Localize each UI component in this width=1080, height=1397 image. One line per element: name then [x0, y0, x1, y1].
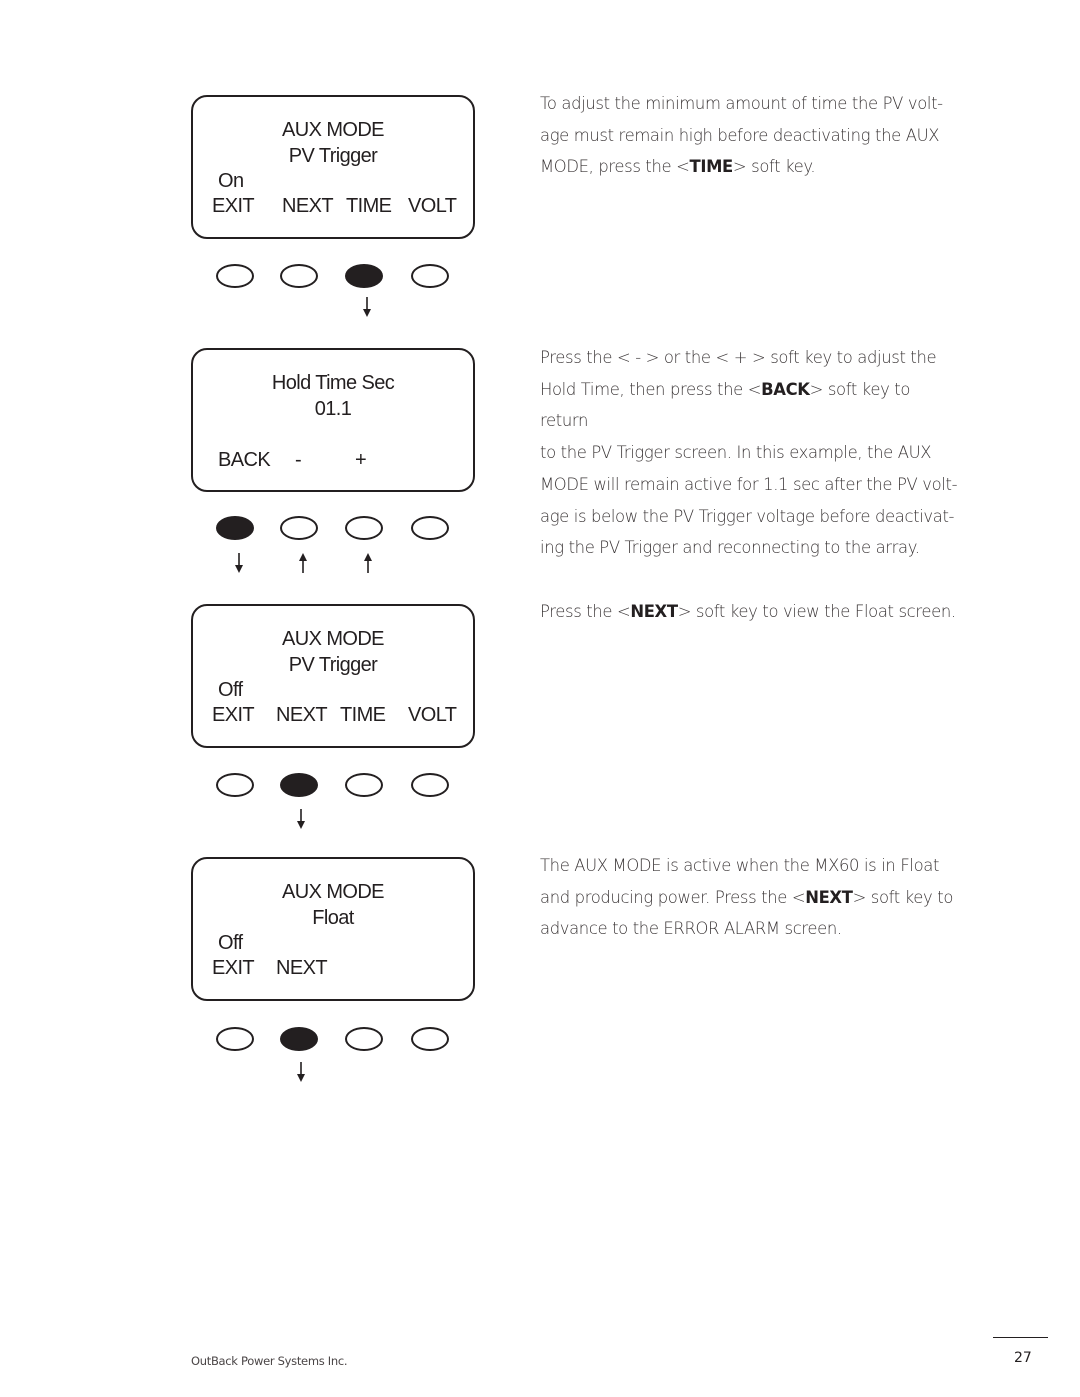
paragraph-line: age must remain high before deactivating…	[540, 125, 940, 145]
lcd-softkey-label-2: NEXT	[276, 704, 328, 726]
softkey-3-pressed[interactable]	[345, 264, 383, 288]
softkey-row	[216, 1027, 456, 1057]
lcd-status: Off	[218, 932, 243, 954]
paragraph-line: To adjust the minimum amount of time the…	[540, 94, 943, 113]
softkey-1-pressed[interactable]	[216, 516, 254, 540]
lcd-title: AUX MODE	[282, 628, 384, 650]
lcd-softkey-label-3: +	[355, 449, 367, 471]
paragraph-line: advance to the ERROR ALARM screen.	[540, 919, 842, 939]
instruction-paragraph-float-active: The AUX MODE is active when the MX60 is …	[540, 850, 960, 945]
lcd-softkey-label-4: VOLT	[408, 704, 457, 726]
lcd-softkey-label-2: NEXT	[282, 195, 334, 217]
paragraph-line: Press the < - > or the < + > soft key to…	[540, 348, 937, 367]
softkey-4[interactable]	[411, 773, 449, 797]
softkey-2[interactable]	[280, 264, 318, 288]
softkey-1[interactable]	[216, 1027, 254, 1051]
lcd-softkey-label-3: TIME	[340, 704, 386, 726]
paragraph-line: Press the <NEXT> soft key to view the Fl…	[540, 602, 956, 621]
lcd-softkey-label-1: EXIT	[212, 195, 255, 217]
instruction-paragraph-next-float: Press the <NEXT> soft key to view the Fl…	[540, 596, 960, 628]
lcd-screen-aux-mode-pv-trigger-on: AUX MODE PV Trigger On EXIT NEXT TIME VO…	[191, 95, 475, 239]
paragraph-line: to the PV Trigger screen. In this exampl…	[540, 443, 932, 463]
arrow-down-icon	[363, 297, 371, 317]
softkey-2-pressed[interactable]	[280, 773, 318, 797]
footer-company-name: OutBack Power Systems Inc.	[191, 1354, 348, 1368]
lcd-softkey-label-2: NEXT	[276, 957, 328, 979]
lcd-value: 01.1	[314, 398, 352, 420]
instruction-paragraph-hold-time: Press the < - > or the < + > soft key to…	[540, 342, 960, 564]
lcd-softkey-label-1: EXIT	[212, 957, 255, 979]
softkey-row	[216, 773, 456, 803]
lcd-softkey-label-3: TIME	[346, 195, 392, 217]
paragraph-line: ing the PV Trigger and reconnecting to t…	[540, 538, 920, 558]
softkey-row	[216, 264, 456, 294]
paragraph-line: and producing power. Press the <NEXT> so…	[540, 887, 953, 907]
page-number: 27	[1014, 1350, 1032, 1366]
arrow-up-icon	[364, 553, 372, 573]
arrow-down-icon	[235, 553, 243, 573]
lcd-softkey-label-2: -	[295, 449, 302, 471]
paragraph-line: The AUX MODE is active when the MX60 is …	[540, 856, 940, 875]
softkey-1[interactable]	[216, 264, 254, 288]
lcd-subtitle: PV Trigger	[288, 145, 378, 167]
softkey-3[interactable]	[345, 773, 383, 797]
lcd-softkey-label-4: VOLT	[408, 195, 457, 217]
lcd-subtitle: Float	[312, 907, 354, 929]
arrow-down-icon	[297, 809, 305, 829]
softkey-4[interactable]	[411, 264, 449, 288]
paragraph-line: MODE, press the <TIME> soft key.	[540, 157, 816, 177]
arrow-up-icon	[299, 553, 307, 573]
lcd-status: Off	[218, 679, 243, 701]
softkey-4[interactable]	[411, 1027, 449, 1051]
lcd-status: On	[218, 170, 244, 192]
softkey-4[interactable]	[411, 516, 449, 540]
lcd-softkey-label-1: BACK	[218, 449, 271, 471]
lcd-screen-hold-time: Hold Time Sec 01.1 BACK - +	[191, 348, 475, 492]
softkey-row	[216, 516, 456, 546]
lcd-subtitle: PV Trigger	[288, 654, 378, 676]
softkey-2[interactable]	[280, 516, 318, 540]
footer-divider	[993, 1337, 1048, 1338]
lcd-softkey-label-1: EXIT	[212, 704, 255, 726]
softkey-3[interactable]	[345, 1027, 383, 1051]
softkey-3[interactable]	[345, 516, 383, 540]
paragraph-line: age is below the PV Trigger voltage befo…	[540, 506, 955, 526]
instruction-paragraph-time: To adjust the minimum amount of time the…	[540, 88, 960, 183]
paragraph-line: MODE will remain active for 1.1 sec afte…	[540, 474, 958, 494]
arrow-down-icon	[297, 1062, 305, 1082]
paragraph-line: Hold Time, then press the <BACK> soft ke…	[540, 379, 911, 431]
lcd-screen-aux-mode-pv-trigger-off: AUX MODE PV Trigger Off EXIT NEXT TIME V…	[191, 604, 475, 748]
softkey-1[interactable]	[216, 773, 254, 797]
lcd-title: Hold Time Sec	[271, 372, 395, 394]
lcd-title: AUX MODE	[282, 881, 384, 903]
lcd-screen-aux-mode-float: AUX MODE Float Off EXIT NEXT	[191, 857, 475, 1001]
softkey-2-pressed[interactable]	[280, 1027, 318, 1051]
lcd-title: AUX MODE	[282, 119, 384, 141]
